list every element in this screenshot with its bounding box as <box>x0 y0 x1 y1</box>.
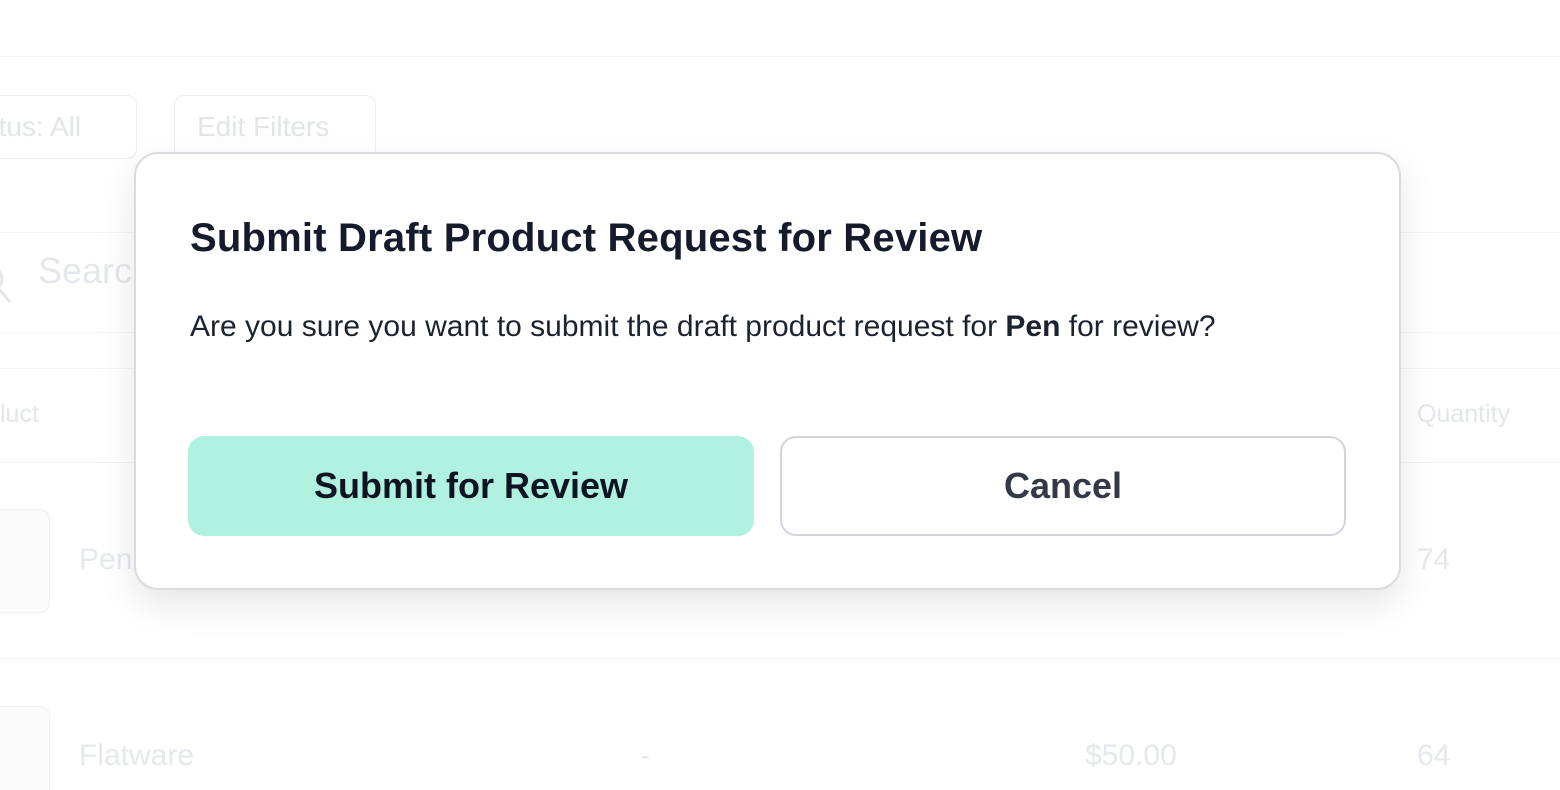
confirm-submit-dialog: Submit Draft Product Request for Review … <box>134 152 1401 590</box>
dialog-message: Are you sure you want to submit the draf… <box>190 310 1216 344</box>
dialog-message-suffix: for review? <box>1060 310 1216 343</box>
submit-for-review-button[interactable]: Submit for Review <box>188 436 754 536</box>
modal-overlay: Submit Draft Product Request for Review … <box>0 0 1560 790</box>
dialog-title: Submit Draft Product Request for Review <box>190 216 983 260</box>
dialog-product-name: Pen <box>1005 310 1061 343</box>
cancel-button[interactable]: Cancel <box>780 436 1346 536</box>
dialog-message-prefix: Are you sure you want to submit the draf… <box>190 310 1006 343</box>
